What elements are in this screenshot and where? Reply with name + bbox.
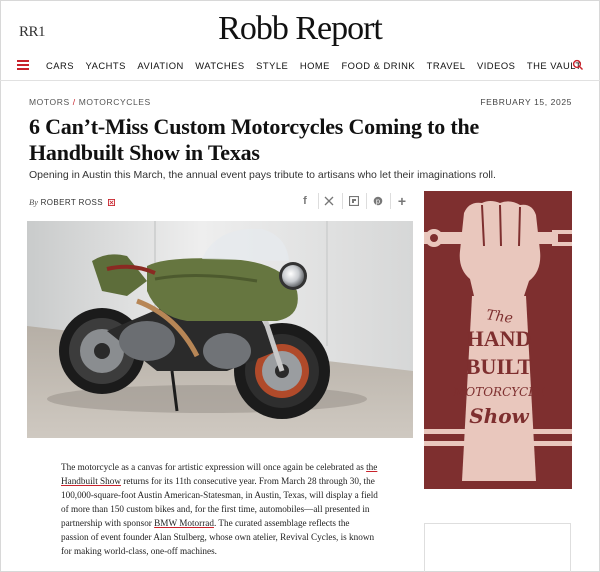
nav-item-yachts[interactable]: YACHTS [86, 60, 126, 71]
hamburger-menu-icon[interactable] [17, 60, 29, 70]
byline-prefix: By [29, 197, 38, 207]
ad-poster-art: The HAND BUILT MOTORCYCLE Show [424, 191, 572, 489]
nav-item-travel[interactable]: TRAVEL [427, 60, 466, 71]
breadcrumb-motors[interactable]: MOTORS [29, 97, 70, 107]
nav-list: CARS YACHTS AVIATION WATCHES STYLE HOME … [46, 60, 593, 71]
handbuilt-show-ad[interactable]: The HAND BUILT MOTORCYCLE Show [424, 191, 572, 489]
flipboard-icon[interactable] [343, 190, 365, 212]
main-nav: CARS YACHTS AVIATION WATCHES STYLE HOME … [0, 56, 600, 76]
x-logo-icon [324, 196, 334, 206]
search-icon[interactable] [572, 59, 584, 71]
nav-item-aviation[interactable]: AVIATION [137, 60, 183, 71]
pinterest-icon[interactable]: p [367, 190, 389, 212]
hero-image[interactable] [27, 221, 413, 438]
nav-item-videos[interactable]: VIDEOS [477, 60, 515, 71]
nav-divider [0, 80, 600, 81]
breadcrumb: MOTORS / MOTORCYCLES [29, 97, 151, 107]
ad-text-built: BUILT [466, 354, 533, 379]
ad-text-show: Show [469, 404, 529, 428]
plus-icon[interactable]: + [391, 190, 413, 212]
nav-item-cars[interactable]: CARS [46, 60, 74, 71]
breadcrumb-motorcycles[interactable]: MOTORCYCLES [79, 97, 151, 107]
plus-glyph: + [397, 193, 407, 209]
byline: By ROBERT ROSS [29, 197, 115, 207]
author-badge-icon [107, 199, 115, 206]
nav-item-home[interactable]: HOME [300, 60, 330, 71]
body-text-1: The motorcycle as a canvas for artistic … [61, 462, 367, 472]
facebook-glyph: f [303, 195, 307, 207]
bmw-motorrad-link[interactable]: BMW Motorrad [154, 518, 214, 528]
article-title: 6 Can’t-Miss Custom Motorcycles Coming t… [29, 114, 480, 165]
pinterest-logo-icon: p [373, 196, 383, 206]
facebook-icon[interactable]: f [294, 190, 316, 212]
nav-item-food-drink[interactable]: FOOD & DRINK [341, 60, 415, 71]
article-body: The motorcycle as a canvas for artistic … [61, 460, 379, 558]
ad-placeholder-box [424, 523, 571, 572]
author-link[interactable]: ROBERT ROSS [41, 198, 103, 207]
ad-text-motorcycle: MOTORCYCLE [452, 385, 545, 399]
svg-text:p: p [376, 198, 381, 206]
breadcrumb-separator: / [72, 97, 76, 107]
x-icon[interactable] [318, 190, 340, 212]
nav-item-style[interactable]: STYLE [256, 60, 288, 71]
nav-item-watches[interactable]: WATCHES [195, 60, 244, 71]
site-logo[interactable]: Robb Report [0, 10, 600, 48]
motorcycle-illustration [27, 221, 413, 438]
article-dek: Opening in Austin this March, the annual… [29, 169, 496, 181]
publish-date: FEBRUARY 15, 2025 [480, 97, 572, 107]
flipboard-logo-icon [349, 196, 359, 206]
ad-text-hand: HAND [467, 326, 532, 351]
